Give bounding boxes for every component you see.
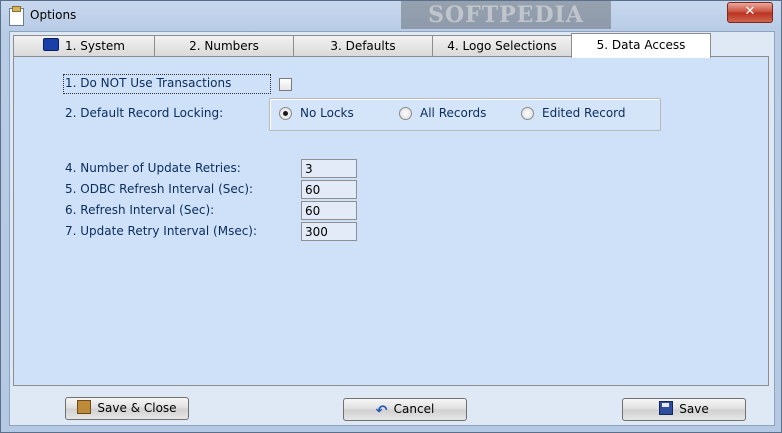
- dialog-client-area: 1. System 2. Numbers 3. Defaults 4. Logo…: [9, 31, 775, 426]
- record-locking-group: No Locks All Records Edited Record: [269, 98, 661, 131]
- data-access-panel: 1. Do NOT Use Transactions 2. Default Re…: [13, 56, 769, 386]
- undo-icon: ↶: [375, 403, 388, 419]
- edited-record-label: Edited Record: [542, 106, 626, 120]
- options-window: Options SOFTPEDIA ✕ 1. System 2. Numbers…: [0, 0, 782, 433]
- tab-defaults-label: 3. Defaults: [330, 39, 396, 53]
- clipboard-icon: [9, 6, 24, 26]
- save-and-close-button[interactable]: Save & Close: [65, 397, 189, 420]
- update-retry-interval-label: 7. Update Retry Interval (Msec):: [65, 224, 258, 238]
- update-retries-label: 4. Number of Update Retries:: [65, 161, 241, 175]
- tab-logo-selections-label: 4. Logo Selections: [447, 39, 557, 53]
- tab-numbers[interactable]: 2. Numbers: [154, 35, 294, 56]
- edited-record-radio[interactable]: [521, 107, 534, 120]
- window-title: Options: [30, 8, 77, 22]
- all-records-label: All Records: [420, 106, 487, 120]
- cancel-label: Cancel: [393, 402, 435, 416]
- odbc-refresh-interval-input[interactable]: 60: [301, 180, 357, 199]
- no-transactions-label: 1. Do NOT Use Transactions: [65, 76, 232, 90]
- computer-icon: [42, 38, 59, 51]
- odbc-refresh-interval-label: 5. ODBC Refresh Interval (Sec):: [65, 182, 254, 196]
- update-retries-input[interactable]: 3: [301, 159, 357, 178]
- floppy-disk-icon: [659, 401, 674, 415]
- all-records-radio[interactable]: [399, 107, 412, 120]
- refresh-interval-input[interactable]: 60: [301, 201, 357, 220]
- no-locks-radio[interactable]: [279, 107, 292, 120]
- cancel-button[interactable]: ↶ Cancel: [343, 398, 467, 421]
- refresh-interval-label: 6. Refresh Interval (Sec):: [65, 203, 215, 217]
- no-locks-label: No Locks: [300, 106, 354, 120]
- tab-logo-selections[interactable]: 4. Logo Selections: [432, 35, 572, 56]
- save-close-icon: [77, 400, 92, 414]
- tab-data-access-label: 5. Data Access: [596, 38, 686, 52]
- tab-system-label: 1. System: [64, 39, 125, 53]
- tab-system[interactable]: 1. System: [13, 35, 155, 56]
- update-retry-interval-input[interactable]: 300: [301, 222, 357, 241]
- tab-data-access[interactable]: 5. Data Access: [571, 33, 711, 58]
- tab-defaults[interactable]: 3. Defaults: [293, 35, 433, 56]
- save-label: Save: [679, 402, 709, 416]
- tab-numbers-label: 2. Numbers: [189, 39, 259, 53]
- close-button[interactable]: ✕: [727, 2, 773, 23]
- title-bar: Options SOFTPEDIA ✕: [1, 1, 781, 31]
- save-button[interactable]: Save: [622, 398, 746, 421]
- save-and-close-label: Save & Close: [97, 401, 177, 415]
- record-locking-label: 2. Default Record Locking:: [65, 106, 224, 120]
- softpedia-watermark: SOFTPEDIA: [401, 1, 611, 29]
- no-transactions-checkbox[interactable]: [279, 78, 292, 91]
